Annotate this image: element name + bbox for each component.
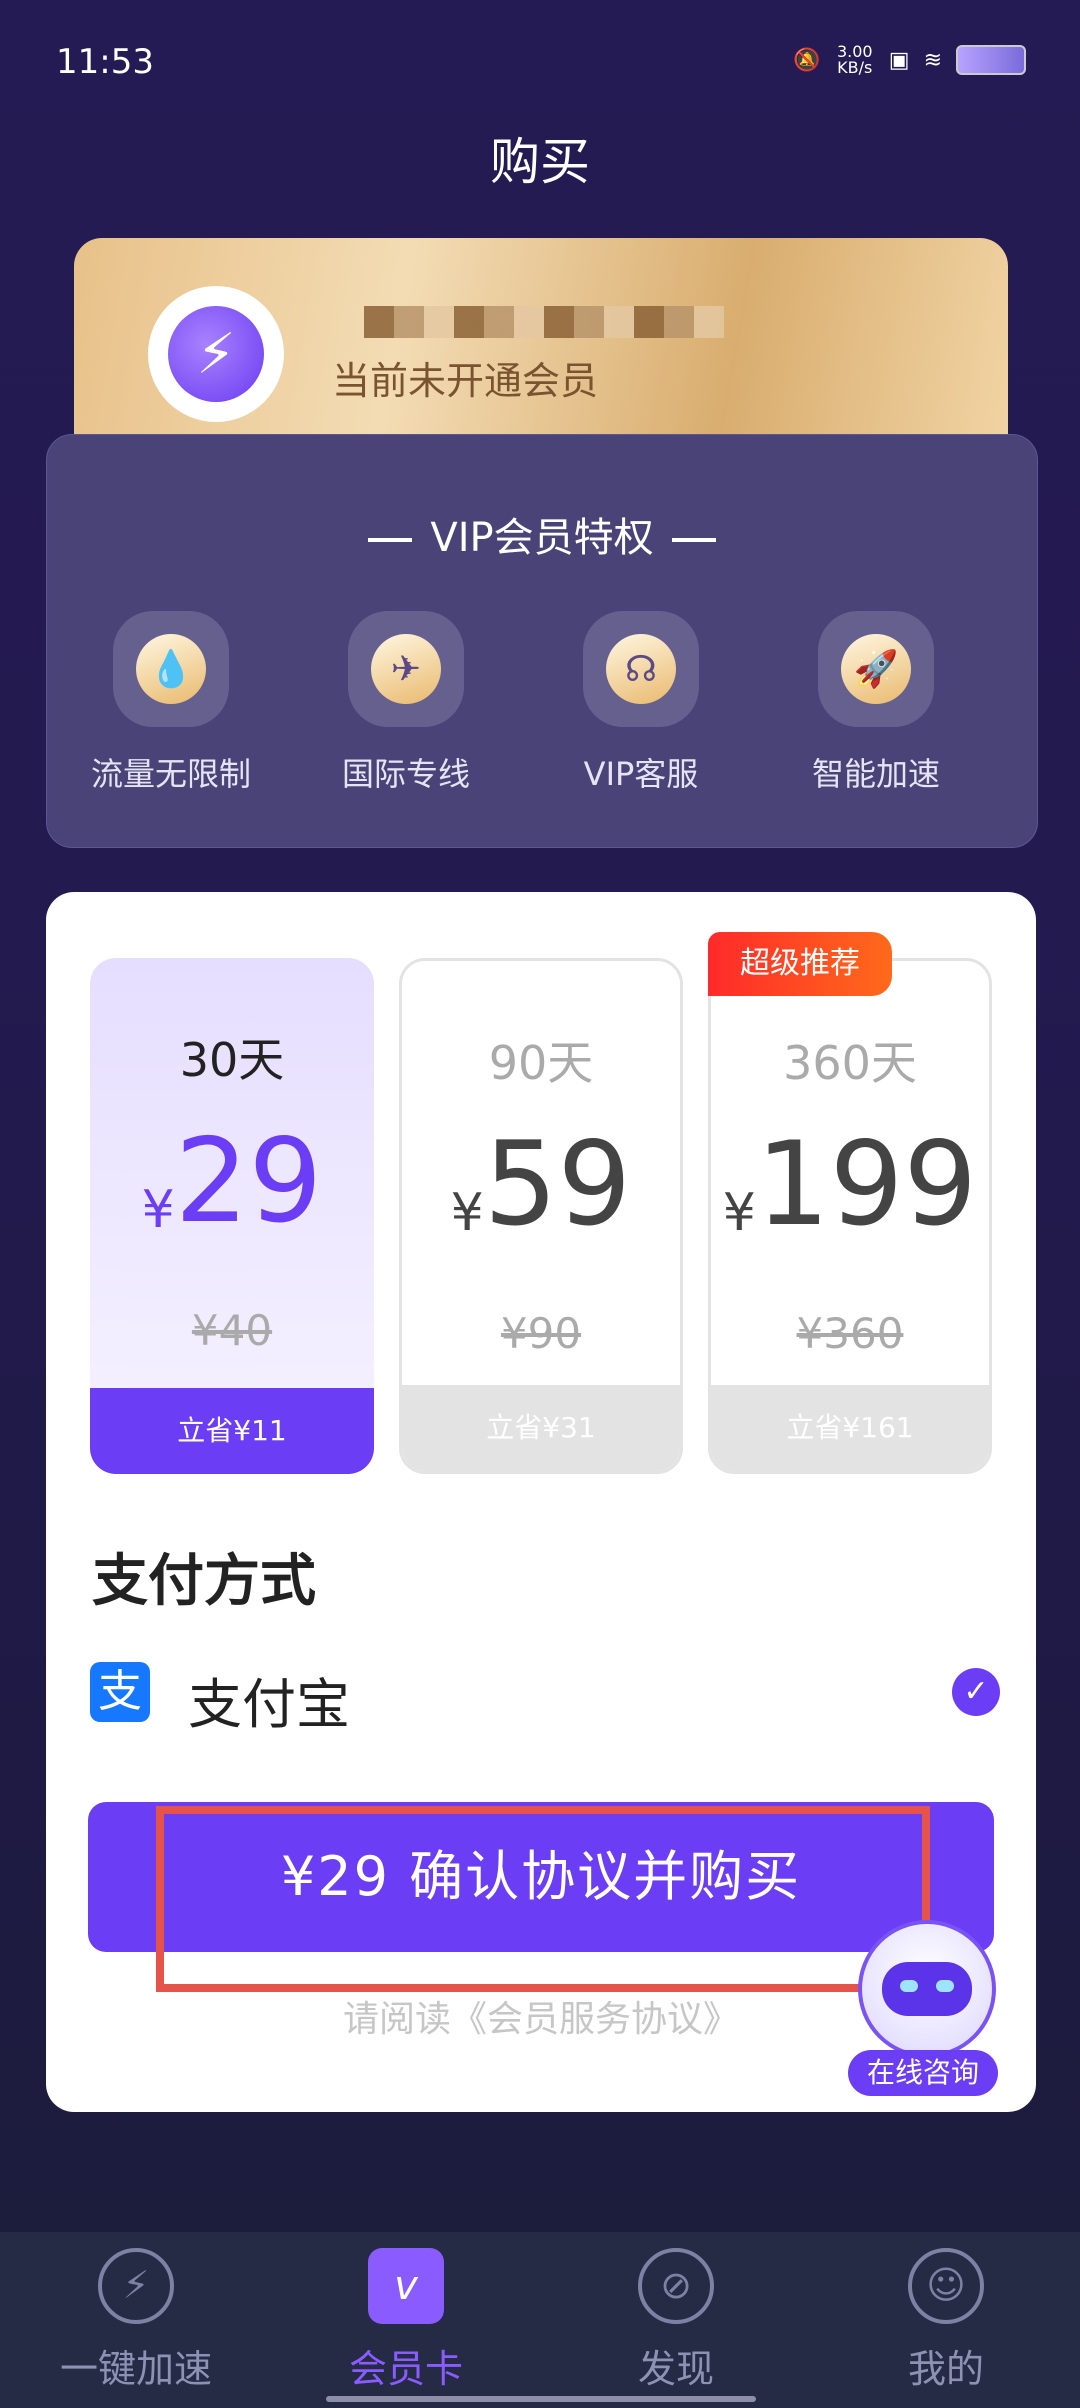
plan-savings: 立省¥161 (711, 1385, 989, 1471)
check-icon[interactable]: ✓ (952, 1668, 1000, 1716)
plan-price: ¥59 (450, 1117, 632, 1252)
member-card: ⚡ 当前未开通会员 (74, 238, 1008, 458)
payment-option-alipay[interactable]: 支 支付宝 ✓ (90, 1654, 1000, 1736)
plan-price: ¥29 (141, 1114, 323, 1249)
status-time: 11:53 (56, 42, 154, 82)
plan-duration: 30天 (179, 1033, 285, 1087)
highlight-annotation (156, 1806, 930, 1992)
payment-method-name: 支付宝 (188, 1673, 350, 1736)
title-divider-left (368, 538, 413, 542)
plan-savings: 立省¥11 (90, 1388, 374, 1474)
drop-icon: 💧 (136, 634, 206, 704)
bottom-nav: ⚡ 一键加速 v 会员卡 ⊘ 发现 ☺ 我的 (0, 2232, 1080, 2408)
nav-item-boost[interactable]: ⚡ 一键加速 (36, 2248, 236, 2393)
vip-privileges-panel: VIP会员特权 💧 流量无限制 ✈ 国际专线 ☊ VIP客服 🚀 智能加速 (46, 434, 1038, 848)
lightning-icon: ⚡ (98, 2248, 174, 2324)
plan-30-days[interactable]: 30天 ¥29 ¥40 立省¥11 (90, 958, 374, 1474)
app-logo-icon: ⚡ (168, 306, 264, 402)
vip-title-text: VIP会员特权 (430, 515, 654, 561)
vip-card-icon: v (368, 2248, 444, 2324)
nav-label: 会员卡 (348, 2347, 463, 2391)
online-consult-button[interactable]: 在线咨询 (836, 1920, 1016, 2100)
feature-label: VIP客服 (583, 755, 699, 793)
plan-original-price: ¥90 (500, 1309, 582, 1358)
nav-item-profile[interactable]: ☺ 我的 (846, 2248, 1046, 2393)
status-bar: 11:53 🔕 3.00 KB/s ▣ ≋ (0, 0, 1080, 120)
profile-icon: ☺ (908, 2248, 984, 2324)
compass-icon: ⊘ (638, 2248, 714, 2324)
net-speed: 3.00 KB/s (836, 42, 873, 77)
notification-icon: ▣ (888, 47, 910, 73)
feature-label: 流量无限制 (90, 755, 251, 793)
plan-360-days[interactable]: 360天 ¥199 ¥360 立省¥161 (708, 958, 992, 1474)
plan-duration: 90天 (488, 1036, 594, 1090)
globe-plane-icon: ✈ (371, 634, 441, 704)
plan-duration: 360天 (783, 1036, 917, 1090)
plan-original-price: ¥360 (796, 1309, 904, 1358)
feature-label: 国际专线 (341, 755, 470, 793)
battery-icon (956, 45, 1026, 75)
plan-original-price: ¥40 (191, 1306, 273, 1355)
feature-intl-line[interactable]: ✈ 国际专线 (296, 611, 516, 795)
recommend-badge: 超级推荐 (708, 932, 892, 996)
nav-label: 我的 (907, 2347, 984, 2391)
mute-icon: 🔕 (793, 47, 821, 73)
headset-icon: ☊ (606, 634, 676, 704)
avatar[interactable]: ⚡ (148, 286, 284, 422)
member-status: 当前未开通会员 (332, 359, 599, 403)
vip-title: VIP会员特权 (47, 505, 1037, 563)
plan-90-days[interactable]: 90天 ¥59 ¥90 立省¥31 (399, 958, 683, 1474)
feature-unlimited-traffic[interactable]: 💧 流量无限制 (61, 611, 281, 795)
feature-label: 智能加速 (811, 755, 940, 793)
robot-icon (858, 1920, 996, 2058)
plan-price: ¥199 (722, 1117, 978, 1252)
online-consult-label: 在线咨询 (848, 2050, 998, 2096)
feature-smart-boost[interactable]: 🚀 智能加速 (766, 611, 986, 795)
wifi-icon: ≋ (923, 47, 942, 73)
payment-title: 支付方式 (92, 1549, 316, 1614)
nav-label: 一键加速 (59, 2347, 212, 2391)
status-icons: 🔕 3.00 KB/s ▣ ≋ (793, 44, 1026, 76)
nav-label: 发现 (637, 2347, 714, 2391)
rocket-icon: 🚀 (841, 634, 911, 704)
alipay-icon: 支 (90, 1662, 150, 1722)
plan-savings: 立省¥31 (402, 1385, 680, 1471)
nav-item-vip-card[interactable]: v 会员卡 (306, 2248, 506, 2393)
home-indicator (326, 2396, 756, 2402)
nav-item-discover[interactable]: ⊘ 发现 (576, 2248, 776, 2393)
username-redacted (364, 306, 724, 338)
page-title: 购买 (490, 133, 590, 191)
title-divider-right (671, 538, 716, 542)
feature-vip-service[interactable]: ☊ VIP客服 (531, 611, 751, 795)
